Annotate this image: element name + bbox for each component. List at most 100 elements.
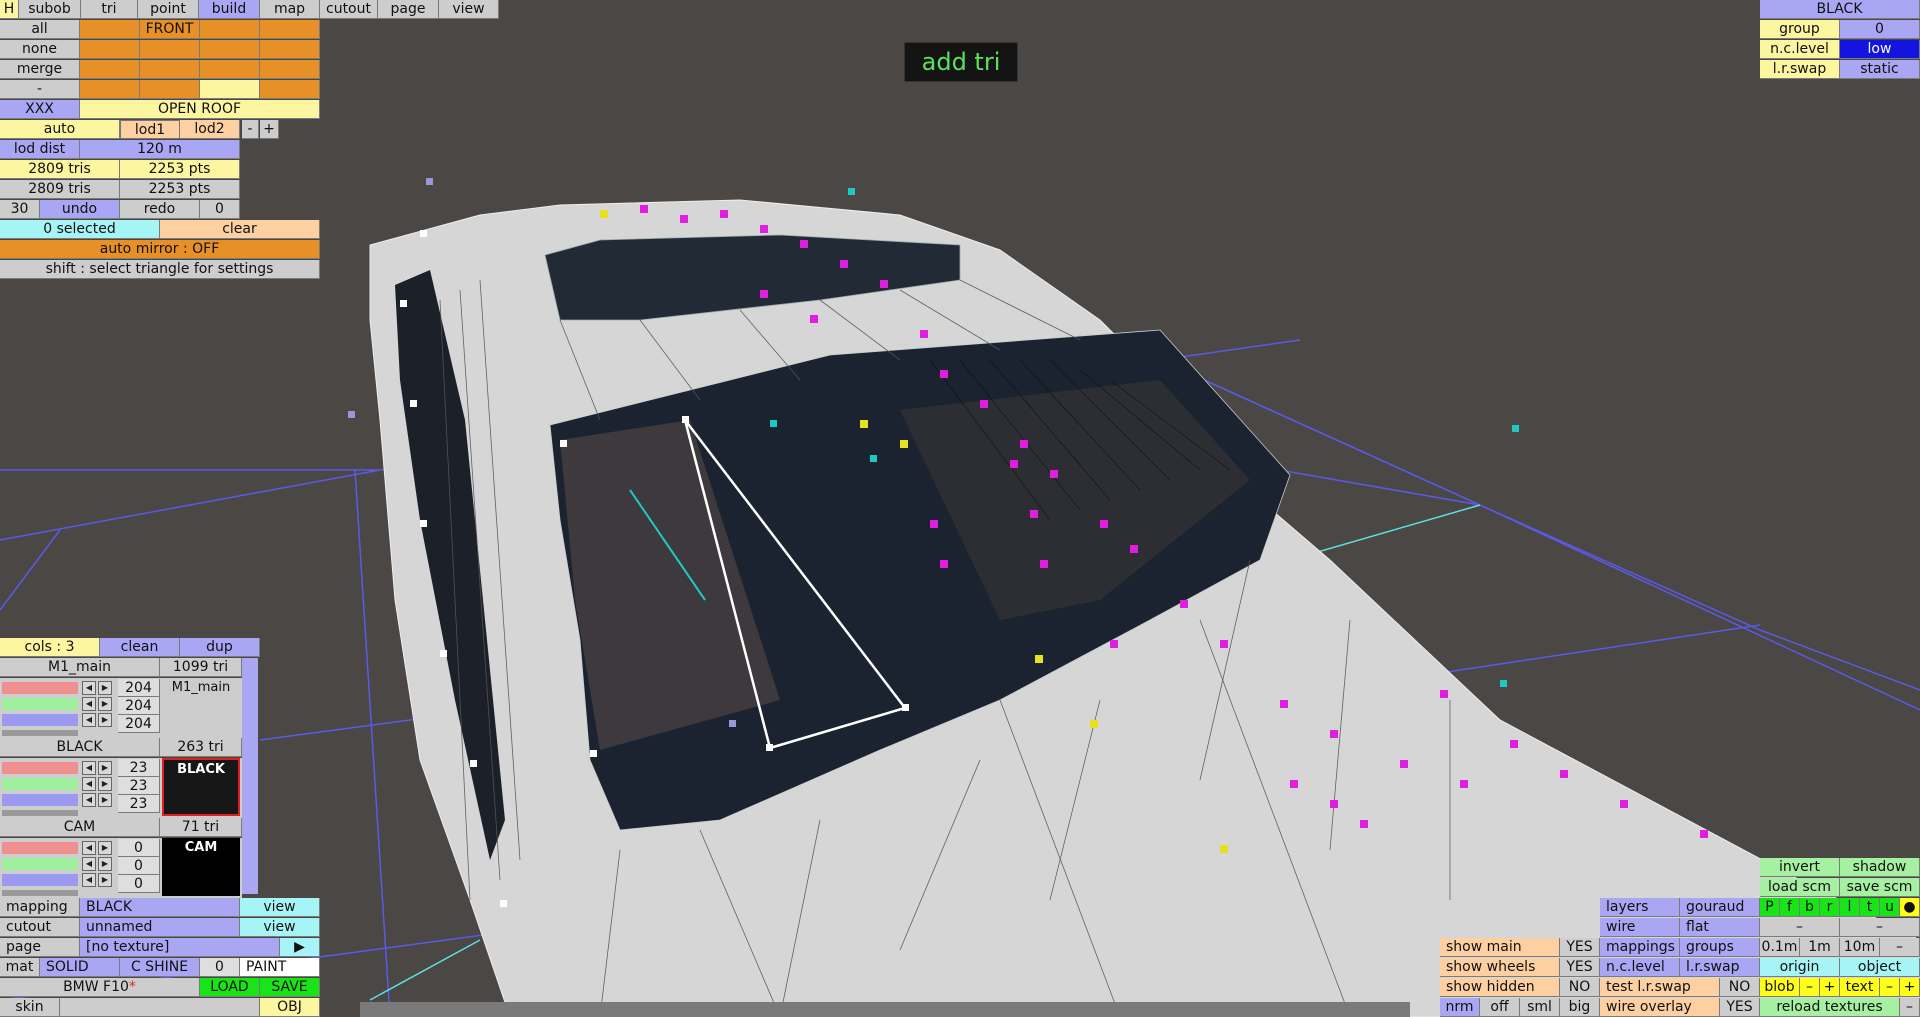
group-cell[interactable] [260, 60, 320, 79]
arrow-left-icon[interactable]: ◀ [82, 873, 96, 887]
layers-button[interactable]: layers [1600, 898, 1680, 917]
nc-level-button[interactable]: n.c.level [1600, 958, 1680, 977]
cutout-value[interactable]: unnamed [80, 918, 240, 937]
groups-button[interactable]: groups [1680, 938, 1760, 957]
nrm-button[interactable]: nrm [1440, 998, 1480, 1017]
dup-button[interactable]: dup [180, 638, 260, 657]
c-shine-button[interactable]: C SHINE [120, 958, 200, 977]
xxx-button[interactable]: XXX [0, 100, 80, 119]
tab-cutout[interactable]: cutout [320, 0, 378, 19]
origin-button[interactable]: origin [1760, 958, 1840, 977]
arrow-right-icon[interactable]: ▶ [98, 857, 112, 871]
page-value[interactable]: [no texture] [80, 938, 280, 957]
show-hidden-toggle[interactable]: NO [1560, 978, 1600, 997]
material-swatch-selected[interactable]: BLACK [162, 758, 240, 816]
mappings-button[interactable]: mappings [1600, 938, 1680, 957]
redo-button[interactable]: redo [120, 200, 200, 219]
group-cell[interactable] [140, 40, 200, 59]
arrow-right-icon[interactable]: ▶ [98, 793, 112, 807]
merge-button[interactable]: merge [0, 60, 80, 79]
green-channel-bar[interactable] [2, 698, 78, 710]
tab-map[interactable]: map [260, 0, 320, 19]
arrow-left-icon[interactable]: ◀ [82, 761, 96, 775]
big-button[interactable]: big [1560, 998, 1600, 1017]
grid-off-button[interactable]: – [1880, 938, 1920, 957]
group-cell[interactable] [80, 40, 140, 59]
arrow-left-icon[interactable]: ◀ [82, 857, 96, 871]
tab-h[interactable]: H [0, 0, 19, 19]
tab-view[interactable]: view [439, 0, 499, 19]
load-scm-button[interactable]: load scm [1760, 878, 1840, 897]
group-cell[interactable] [260, 80, 320, 99]
reload-minus-button[interactable]: – [1900, 998, 1920, 1017]
group-cell[interactable] [200, 60, 260, 79]
mapping-value[interactable]: BLACK [80, 898, 240, 917]
lod1-button[interactable]: lod1 [120, 120, 180, 139]
mapping-view-button[interactable]: view [240, 898, 320, 917]
clean-button[interactable]: clean [100, 638, 180, 657]
red-value[interactable]: 0 [118, 839, 160, 857]
group-cell[interactable] [200, 40, 260, 59]
material-title[interactable]: BLACK [1760, 0, 1920, 19]
material-swatch[interactable]: CAM [162, 838, 240, 896]
group-front-cell[interactable]: FRONT [140, 20, 200, 39]
sml-button[interactable]: sml [1520, 998, 1560, 1017]
green-value[interactable]: 0 [118, 857, 160, 875]
clear-selection-button[interactable]: clear [160, 220, 320, 239]
arrow-left-icon[interactable]: ◀ [82, 681, 96, 695]
car-mesh-viewport[interactable] [0, 0, 1920, 1017]
arrow-right-icon[interactable]: ▶ [98, 697, 112, 711]
view-back-button[interactable]: b [1800, 898, 1820, 917]
blob-minus-button[interactable]: – [1800, 978, 1820, 997]
view-front-button[interactable]: f [1780, 898, 1800, 917]
page-next-icon[interactable]: ▶ [280, 938, 320, 957]
object-button[interactable]: object [1840, 958, 1920, 977]
arrow-left-icon[interactable]: ◀ [82, 713, 96, 727]
cutout-view-button[interactable]: view [240, 918, 320, 937]
save-button[interactable]: SAVE [260, 978, 320, 997]
arrow-right-icon[interactable]: ▶ [98, 761, 112, 775]
nc-level-value[interactable]: low [1840, 40, 1920, 59]
text-button[interactable]: text [1840, 978, 1880, 997]
off-button[interactable]: off [1480, 998, 1520, 1017]
solid-button[interactable]: SOLID [40, 958, 120, 977]
arrow-left-icon[interactable]: ◀ [82, 793, 96, 807]
group-cell[interactable] [80, 80, 140, 99]
green-channel-bar[interactable] [2, 778, 78, 790]
view-left-button[interactable]: l [1840, 898, 1860, 917]
red-channel-bar[interactable] [2, 682, 78, 694]
lod2-button[interactable]: lod2 [180, 120, 240, 139]
show-main-toggle[interactable]: YES [1560, 938, 1600, 957]
arrow-right-icon[interactable]: ▶ [98, 713, 112, 727]
viewport-3d[interactable] [0, 0, 1920, 1017]
lod-plus-button[interactable]: + [260, 120, 279, 139]
open-roof-button[interactable]: OPEN ROOF [80, 100, 320, 119]
group-cell[interactable] [260, 40, 320, 59]
shine-value[interactable]: 0 [200, 958, 240, 977]
blue-value[interactable]: 23 [118, 795, 160, 813]
group-cell[interactable] [80, 60, 140, 79]
material-name[interactable]: M1_main [0, 658, 160, 677]
tab-point[interactable]: point [138, 0, 199, 19]
red-channel-bar[interactable] [2, 762, 78, 774]
select-none-button[interactable]: none [0, 40, 80, 59]
lod-dist-value[interactable]: 120 m [80, 140, 240, 159]
arrow-right-icon[interactable]: ▶ [98, 777, 112, 791]
group-cell[interactable] [200, 20, 260, 39]
lod-minus-button[interactable]: - [242, 120, 259, 139]
dash-button[interactable]: – [1840, 918, 1920, 937]
lr-swap-value[interactable]: static [1840, 60, 1920, 79]
arrow-right-icon[interactable]: ▶ [98, 873, 112, 887]
tab-tri[interactable]: tri [81, 0, 138, 19]
alpha-channel-bar[interactable] [2, 810, 78, 816]
tab-page[interactable]: page [378, 0, 439, 19]
skin-value[interactable] [60, 998, 260, 1017]
green-value[interactable]: 204 [118, 697, 160, 715]
group-cell[interactable] [140, 60, 200, 79]
arrow-left-icon[interactable]: ◀ [82, 841, 96, 855]
wire-overlay-toggle[interactable]: YES [1720, 998, 1760, 1017]
blue-channel-bar[interactable] [2, 874, 78, 886]
load-button[interactable]: LOAD [200, 978, 260, 997]
lod-auto-button[interactable]: auto [0, 120, 120, 139]
green-value[interactable]: 23 [118, 777, 160, 795]
